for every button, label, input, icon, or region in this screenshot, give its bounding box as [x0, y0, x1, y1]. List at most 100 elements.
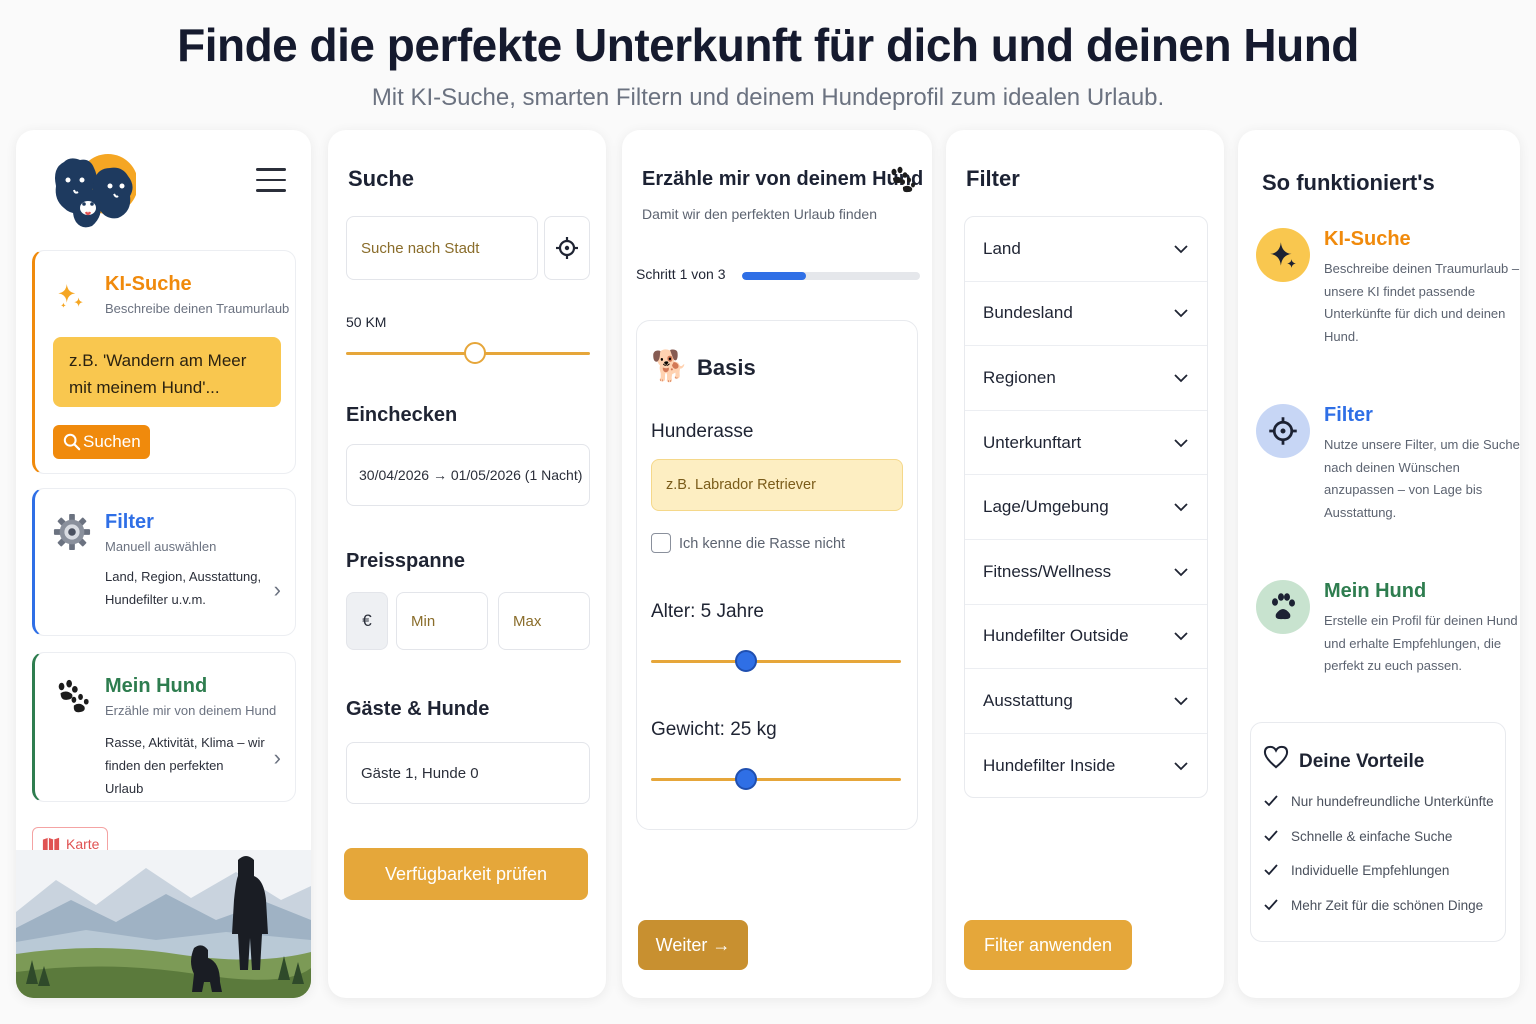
- filters-panel: Filter Land Bundesland Regionen Unterkunfta…: [946, 130, 1224, 998]
- filter-row[interactable]: Fitness/Wellness: [965, 540, 1207, 605]
- breed-input[interactable]: z.B. Labrador Retriever: [651, 459, 903, 511]
- filter-row-label: Bundesland: [983, 303, 1073, 323]
- chevron-right-icon: ›: [273, 745, 281, 770]
- check-icon: [1264, 899, 1278, 911]
- chevron-down-icon: [1174, 762, 1188, 771]
- ki-search-button[interactable]: Suchen: [53, 425, 150, 459]
- age-slider-track[interactable]: [651, 660, 901, 663]
- step-filter: Filter Nutze unsere Filter, um die Suche…: [1256, 404, 1526, 554]
- benefit-item: Mehr Zeit für die schönen Dinge: [1263, 897, 1483, 913]
- weight-slider-knob[interactable]: [735, 768, 757, 790]
- benefit-item: Schnelle & einfache Suche: [1263, 828, 1452, 844]
- filter-row[interactable]: Ausstattung: [965, 669, 1207, 734]
- city-search-input[interactable]: Suche nach Stadt: [346, 216, 538, 280]
- dog-profile-title: Erzähle mir von deinem Hund: [642, 168, 924, 190]
- checkin-date-input[interactable]: 30/04/2026 → 01/05/2026 (1 Nacht): [346, 444, 590, 506]
- filter-row[interactable]: Lage/Umgebung: [965, 475, 1207, 540]
- checkin-label: Einchecken: [346, 404, 458, 426]
- chevron-down-icon: [1174, 503, 1188, 512]
- chevron-down-icon: [1174, 568, 1188, 577]
- mein-hund-card-desc: Rasse, Aktivität, Klima – wir finden den…: [105, 735, 265, 796]
- menu-icon[interactable]: [256, 168, 286, 194]
- logo-dogs: [55, 154, 136, 228]
- how-it-works-panel: So funktioniert's KI-Suche Beschreibe de…: [1238, 130, 1520, 998]
- check-icon: [1264, 864, 1278, 876]
- filters-title: Filter: [966, 166, 1020, 191]
- price-min-input[interactable]: Min: [396, 592, 488, 650]
- step-filter-title: Filter: [1324, 404, 1373, 426]
- ki-suche-title: KI-Suche: [105, 273, 192, 295]
- age-slider-knob[interactable]: [735, 650, 757, 672]
- ki-search-button-label: Suchen: [83, 432, 141, 451]
- filter-row[interactable]: Unterkunftart: [965, 411, 1207, 476]
- filter-row[interactable]: Regionen: [965, 346, 1207, 411]
- filter-row-label: Regionen: [983, 367, 1056, 387]
- landscape-illustration: [16, 850, 311, 998]
- filter-row-label: Hundefilter Inside: [983, 756, 1116, 776]
- radius-label: 50 KM: [346, 314, 387, 330]
- check-availability-button[interactable]: Verfügbarkeit prüfen: [344, 848, 588, 900]
- radius-slider-knob[interactable]: [464, 342, 487, 364]
- paw-icon: [58, 679, 89, 713]
- price-max-input[interactable]: Max: [498, 592, 590, 650]
- benefit-text: Schnelle & einfache Suche: [1291, 828, 1453, 844]
- filter-list: Land Bundesland Regionen Unterkunftart Lage/…: [964, 216, 1208, 798]
- filter-row-label: Land: [983, 238, 1021, 258]
- search-title: Suche: [348, 166, 415, 191]
- locate-button[interactable]: [544, 216, 590, 280]
- ki-search-input[interactable]: z.B. 'Wandern am Meer mit meinem Hund'..…: [53, 337, 281, 407]
- step-mein-hund-title: Mein Hund: [1324, 580, 1427, 602]
- benefit-item: Nur hundefreundliche Unterkünfte: [1263, 793, 1494, 809]
- dog-profile-panel: Erzähle mir von deinem Hund Damit wir de…: [622, 130, 932, 998]
- age-label: Alter: 5 Jahre: [651, 601, 764, 622]
- heart-icon: [1263, 745, 1289, 769]
- step-progress-bar: [742, 272, 920, 280]
- filter-card-title: Filter: [105, 511, 154, 533]
- step-progress-fill: [742, 272, 807, 280]
- guests-input[interactable]: Gäste 1, Hunde 0: [346, 742, 590, 804]
- benefit-text: Mehr Zeit für die schönen Dinge: [1291, 897, 1484, 913]
- apply-filters-button[interactable]: Filter anwenden: [964, 920, 1132, 970]
- nav-card-mein-hund[interactable]: Mein Hund Erzähle mir von deinem Hund Ra…: [32, 652, 296, 802]
- step-filter-desc: Nutze unsere Filter, um die Suche nach d…: [1324, 437, 1520, 520]
- sparkles-icon: [58, 284, 83, 308]
- weight-label: Gewicht: 25 kg: [651, 719, 777, 740]
- how-it-works-title: So funktioniert's: [1262, 170, 1435, 195]
- filter-row-label: Hundefilter Outside: [983, 626, 1129, 646]
- step-ki-suche-title: KI-Suche: [1324, 228, 1411, 250]
- nav-card-filter[interactable]: Filter Manuell auswählen Land, Region, A…: [32, 488, 296, 636]
- guests-label: Gäste & Hunde: [346, 698, 490, 720]
- benefit-text: Individuelle Empfehlungen: [1291, 862, 1450, 878]
- ki-suche-subtitle: Beschreibe deinen Traumurlaub: [105, 301, 290, 316]
- crosshair-icon: [556, 237, 578, 259]
- unknown-breed-checkbox[interactable]: [651, 533, 671, 553]
- check-icon: [1264, 830, 1278, 842]
- search-icon: [63, 433, 81, 451]
- search-panel: Suche Suche nach Stadt 50 KM Einchecken …: [328, 130, 606, 998]
- basis-title: Basis: [697, 355, 756, 380]
- weight-slider-track[interactable]: [651, 778, 901, 781]
- filter-row[interactable]: Land: [965, 217, 1207, 282]
- filter-row[interactable]: Bundesland: [965, 282, 1207, 347]
- chevron-down-icon: [1174, 374, 1188, 383]
- dog-emoji-icon: 🐕: [651, 350, 689, 383]
- chevron-down-icon: [1174, 245, 1188, 254]
- filter-row[interactable]: Hundefilter Inside: [965, 734, 1207, 799]
- price-label: Preisspanne: [346, 550, 465, 572]
- page-title: Finde die perfekte Unterkunft für dich u…: [177, 19, 1359, 71]
- chevron-right-icon: ›: [273, 577, 281, 602]
- next-button[interactable]: Weiter →: [638, 920, 748, 970]
- paw-icon: [891, 166, 915, 193]
- unknown-breed-label: Ich kenne die Rasse nicht: [679, 536, 846, 552]
- chevron-down-icon: [1174, 632, 1188, 641]
- mein-hund-card-title: Mein Hund: [105, 675, 208, 697]
- crosshair-icon: [1256, 404, 1310, 458]
- paw-icon: [1256, 580, 1310, 634]
- dog-profile-subtitle: Damit wir den perfekten Urlaub finden: [642, 206, 878, 222]
- sidebar-panel: KI-Suche Beschreibe deinen Traumurlaub z…: [16, 130, 311, 998]
- step-ki-suche-desc: Beschreibe deinen Traumurlaub – unsere K…: [1324, 261, 1520, 344]
- chevron-down-icon: [1174, 697, 1188, 706]
- filter-row-label: Fitness/Wellness: [983, 561, 1112, 581]
- filter-row[interactable]: Hundefilter Outside: [965, 605, 1207, 670]
- nav-card-ki-suche[interactable]: KI-Suche Beschreibe deinen Traumurlaub z…: [32, 250, 296, 474]
